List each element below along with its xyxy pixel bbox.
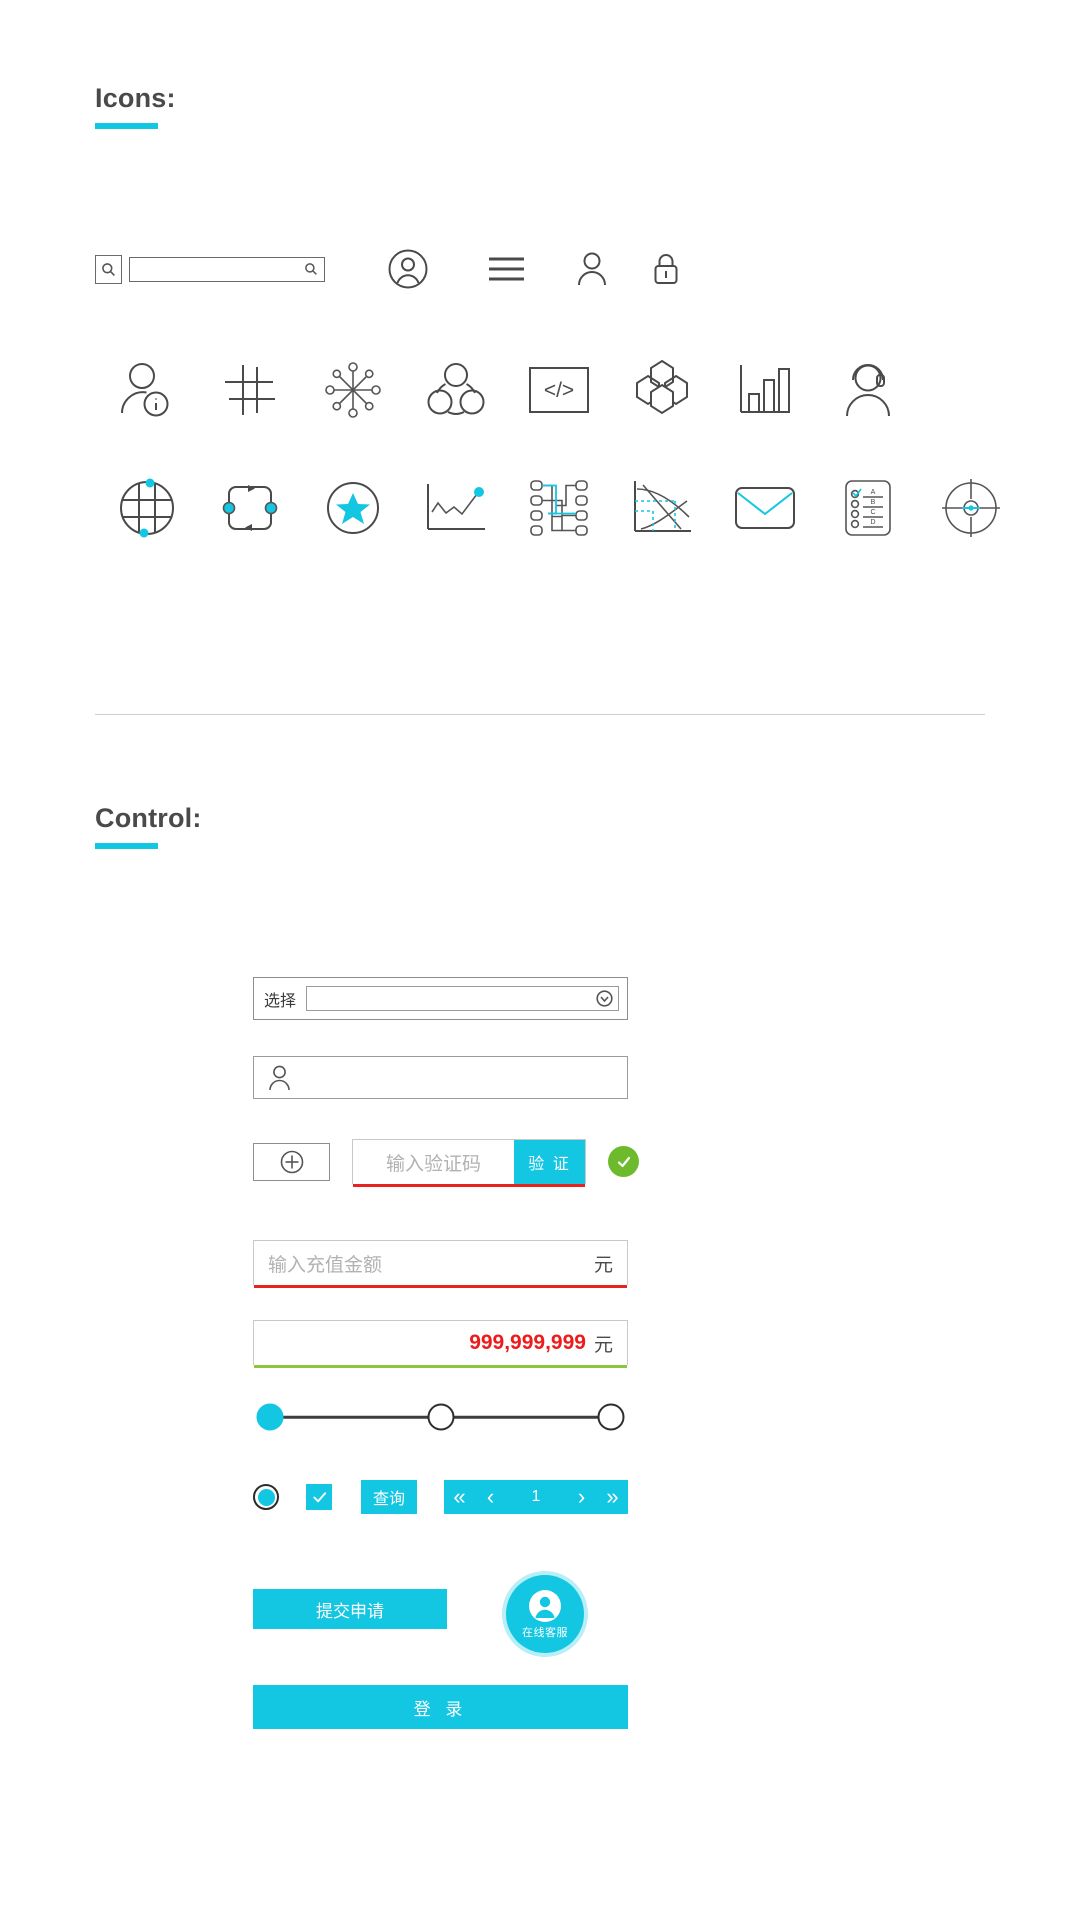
grid-hash-icon[interactable] xyxy=(198,340,301,440)
user-info-icon[interactable] xyxy=(95,340,198,440)
slider-handle-2[interactable] xyxy=(427,1403,454,1431)
user-icon xyxy=(269,1065,290,1090)
customer-service-label: 在线客服 xyxy=(522,1626,568,1639)
radio-button[interactable] xyxy=(253,1484,279,1510)
control-section-heading: Control: xyxy=(95,805,202,849)
icons-title-underline xyxy=(95,123,158,129)
controls-row: 查询 « ‹ 1 › » xyxy=(253,1480,628,1514)
amount-unit: 元 xyxy=(593,1334,613,1356)
check-icon xyxy=(617,1156,630,1167)
pagination-current[interactable]: 1 xyxy=(506,1480,566,1514)
icons-section-heading: Icons: xyxy=(95,85,176,129)
curve-chart-icon[interactable] xyxy=(610,458,713,558)
crosshair-target-icon[interactable] xyxy=(919,458,1022,558)
survey-option-d: D xyxy=(870,519,875,526)
login-button[interactable]: 登 录 xyxy=(253,1685,628,1729)
status-badge xyxy=(608,1146,639,1177)
pagination-next[interactable]: › xyxy=(566,1480,597,1514)
star-circle-icon[interactable] xyxy=(301,458,404,558)
network-hub-icon[interactable] xyxy=(301,340,404,440)
svg-text:</>: </> xyxy=(543,379,573,402)
control-title-underline xyxy=(95,843,158,849)
lock-icon[interactable] xyxy=(630,219,702,319)
query-button[interactable]: 查询 xyxy=(361,1480,417,1514)
hamburger-menu-icon[interactable] xyxy=(460,219,553,319)
range-slider[interactable] xyxy=(253,1400,628,1434)
slider-handle-1[interactable] xyxy=(256,1403,284,1431)
pagination-prev[interactable]: ‹ xyxy=(475,1480,506,1514)
cycle-loop-icon[interactable] xyxy=(198,458,301,558)
survey-option-c: C xyxy=(870,509,875,516)
recharge-unit: 元 xyxy=(593,1254,613,1276)
pagination-first[interactable]: « xyxy=(444,1480,475,1514)
hexagon-cluster-icon[interactable] xyxy=(610,340,713,440)
headset-support-icon[interactable] xyxy=(816,340,919,440)
captcha-row: 输入验证码 验 证 xyxy=(253,1139,639,1187)
survey-list-icon[interactable]: A B C D xyxy=(816,458,919,558)
icon-row-3: A B C D xyxy=(95,458,1022,558)
username-field[interactable] xyxy=(253,1056,628,1099)
avatar-circle-icon[interactable] xyxy=(355,219,460,319)
search-input[interactable] xyxy=(129,256,325,282)
captcha-input[interactable]: 输入验证码 xyxy=(353,1140,514,1184)
select-label: 选择 xyxy=(264,992,297,1010)
search-button[interactable] xyxy=(95,254,122,284)
submit-application-button[interactable]: 提交申请 xyxy=(253,1589,447,1629)
icon-row-1 xyxy=(95,240,702,298)
circuit-chip-icon[interactable] xyxy=(507,458,610,558)
captcha-image[interactable] xyxy=(253,1142,330,1181)
amount-value: 999,999,999 xyxy=(469,1331,586,1354)
search-icon-inline xyxy=(305,263,317,275)
checkbox[interactable] xyxy=(306,1484,332,1510)
pagination-last[interactable]: » xyxy=(597,1480,628,1514)
recharge-amount-field[interactable]: 输入充值金额 元 xyxy=(253,1240,628,1288)
search-bar[interactable] xyxy=(95,254,355,284)
amount-display-field[interactable]: 999,999,999 元 xyxy=(253,1320,628,1368)
envelope-icon[interactable] xyxy=(713,458,816,558)
team-group-icon[interactable] xyxy=(404,340,507,440)
verify-button[interactable]: 验 证 xyxy=(514,1140,585,1184)
survey-option-b: B xyxy=(870,499,875,506)
avatar-icon xyxy=(529,1589,561,1622)
check-icon xyxy=(312,1491,326,1502)
control-title: Control: xyxy=(95,803,202,833)
page-root: Icons: </> A B C D Control: 选择 输入验证码 验 证… xyxy=(0,0,1080,1920)
slider-handle-3[interactable] xyxy=(597,1403,625,1431)
code-icon[interactable]: </> xyxy=(507,340,610,440)
submit-row: 提交申请 在线客服 xyxy=(253,1570,628,1653)
bar-chart-icon[interactable] xyxy=(713,340,816,440)
chevron-down-icon[interactable] xyxy=(596,990,613,1007)
icon-row-2: </> xyxy=(95,340,919,440)
pagination: « ‹ 1 › » xyxy=(444,1480,628,1514)
user-icon[interactable] xyxy=(553,219,630,319)
recharge-placeholder: 输入充值金额 xyxy=(268,1254,383,1276)
search-icon xyxy=(102,262,115,276)
section-divider xyxy=(95,714,985,715)
line-chart-icon[interactable] xyxy=(404,458,507,558)
refresh-plus-icon xyxy=(280,1150,303,1173)
select-control[interactable]: 选择 xyxy=(253,977,628,1020)
select-input[interactable] xyxy=(306,986,619,1011)
survey-option-a: A xyxy=(870,489,875,496)
icons-title: Icons: xyxy=(95,83,176,113)
globe-grid-icon[interactable] xyxy=(95,458,198,558)
customer-service-button[interactable]: 在线客服 xyxy=(506,1575,584,1653)
captcha-input-wrapper: 输入验证码 验 证 xyxy=(352,1139,586,1187)
